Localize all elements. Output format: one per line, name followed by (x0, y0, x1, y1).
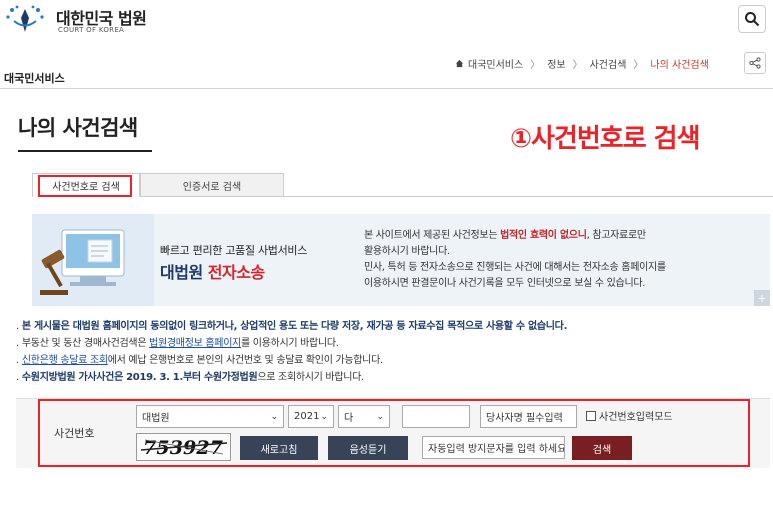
share-button[interactable] (744, 52, 766, 74)
breadcrumb-item-case-search[interactable]: 사건검색 (590, 56, 627, 71)
banner-brand-red: 전자소송 (207, 263, 265, 282)
search-icon (745, 12, 760, 27)
notice-list: .본 게시물은 대법원 홈페이지의 동의없이 링크하거나, 상업적인 용도 또는… (16, 318, 766, 386)
section-name: 대국민서비스 (4, 72, 65, 85)
banner-brand-navy: 대법원 (160, 263, 203, 282)
notice-text: 부동산 및 동산 경매사건검색은 (21, 338, 150, 349)
breadcrumb-item-info[interactable]: 정보 (547, 56, 565, 71)
header-divider (0, 88, 773, 89)
banner-notice-bold: 법적인 효력이 없으니 (500, 230, 587, 241)
breadcrumb: 대국민서비스 〉 정보 〉 사건검색 〉 나의 사건검색 (455, 56, 709, 71)
breadcrumb-item-current[interactable]: 나의 사건검색 (650, 56, 708, 71)
breadcrumb-separator: 〉 (530, 60, 541, 71)
banner-notice-line4: 이용하시면 판결문이나 사건기록을 모두 인터넷으로 보실 수 있습니다. (364, 278, 646, 289)
bullet: . (16, 321, 19, 332)
bullet: . (16, 355, 19, 366)
notice-text: 본 게시물은 대법원 홈페이지의 동의없이 링크하거나, 상업적인 용도 또는 … (21, 321, 568, 332)
logo-subtitle: COURT OF KOREA (58, 26, 125, 34)
notice-text: 를 이용하시기 바랍니다. (241, 338, 339, 349)
tab-highlight-box (38, 175, 132, 197)
search-button[interactable] (738, 5, 766, 33)
shinhan-fee-link[interactable]: 신한은행 송달료 조회 (22, 355, 108, 366)
title-underline (18, 150, 152, 152)
notice-text: 으로 조회하시기 바랍니다. (257, 372, 364, 383)
court-logo-icon[interactable] (4, 4, 46, 34)
banner-notice: 본 사이트에서 제공된 사건정보는 법적인 효력이 없으니, 참고자료로만 활용… (364, 228, 764, 292)
auction-site-link[interactable]: 법원경매정보 홈페이지 (149, 338, 241, 349)
notice-item: .본 게시물은 대법원 홈페이지의 동의없이 링크하거나, 상업적인 용도 또는… (16, 318, 766, 335)
form-highlight-box (38, 399, 750, 467)
share-icon (749, 57, 761, 69)
breadcrumb-separator: 〉 (633, 60, 644, 71)
banner-notice-line3: 민사, 특허 등 전자소송으로 진행되는 사건에 대해서는 전자소송 홈페이지를 (364, 262, 666, 273)
banner-notice-part1: 본 사이트에서 제공된 사건정보는 (364, 230, 501, 241)
site-header: 대한민국 법원 COURT OF KOREA (0, 0, 773, 40)
ecourt-banner[interactable]: 빠르고 편리한 고품질 사법서비스 대법원 전자소송 본 사이트에서 제공된 사… (32, 214, 770, 306)
breadcrumb-separator: 〉 (572, 60, 583, 71)
bullet: . (16, 338, 19, 349)
notice-item: . 수원지방법원 가사사건은 2019. 3. 1.부터 수원가정법원으로 조회하… (16, 369, 766, 386)
ecourt-illustration-icon (32, 214, 154, 306)
notice-text: 수원지방법원 가사사건은 2019. 3. 1. (21, 372, 183, 383)
bullet: . (16, 372, 19, 383)
banner-more-button[interactable]: + (754, 290, 770, 306)
banner-brand: 대법원 전자소송 (160, 259, 265, 283)
notice-item: . 부동산 및 동산 경매사건검색은 법원경매정보 홈페이지를 이용하시기 바랍니… (16, 335, 766, 352)
home-icon[interactable] (455, 59, 464, 68)
tab-certificate[interactable]: 인증서로 검색 (140, 173, 284, 197)
page-title: 나의 사건검색 (18, 116, 138, 140)
breadcrumb-item-home[interactable]: 대국민서비스 (468, 56, 523, 71)
notice-text: 부터 수원가정법원 (182, 372, 258, 383)
banner-notice-part2: , 참고자료로만 (586, 230, 646, 241)
notice-item: . 신한은행 송달료 조회에서 예납 은행번호로 본인의 사건번호 및 송달료 확… (16, 352, 766, 369)
notice-text: 에서 예납 은행번호로 본인의 사건번호 및 송달료 확인이 가능합니다. (107, 355, 383, 366)
banner-notice-line2: 활용하시기 바랍니다. (364, 246, 450, 257)
annotation-label: ①사건번호로 검색 (510, 124, 701, 154)
tabs-divider (140, 196, 773, 197)
banner-slogan: 빠르고 편리한 고품질 사법서비스 (160, 244, 308, 257)
